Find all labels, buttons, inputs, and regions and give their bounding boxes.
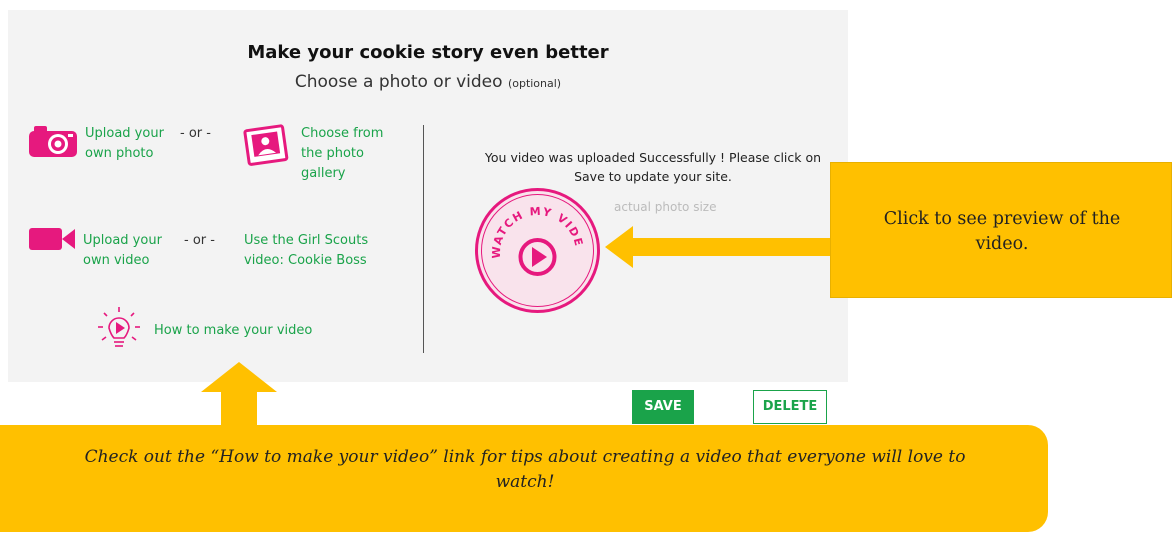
- delete-button[interactable]: DELETE: [753, 390, 827, 424]
- lightbulb-play-icon: [98, 307, 140, 347]
- tips-callout: Check out the “How to make your video” l…: [0, 425, 1048, 532]
- girl-scouts-video-link[interactable]: Use the Girl Scouts video: Cookie Boss: [244, 231, 368, 271]
- photo-gallery-icon[interactable]: [243, 124, 291, 168]
- optional-label: (optional): [507, 77, 562, 90]
- upload-success-line2: Save to update your site.: [574, 169, 732, 184]
- photo-gallery-link[interactable]: Choose from the photo gallery: [301, 124, 383, 184]
- camera-icon[interactable]: [28, 123, 78, 159]
- save-button[interactable]: SAVE: [632, 390, 694, 424]
- upload-success-message: You video was uploaded Successfully ! Pl…: [452, 148, 854, 186]
- callout-arrow-left: [605, 226, 833, 268]
- preview-callout-line2: video.: [975, 234, 1029, 254]
- callout-arrow-up: [201, 362, 277, 428]
- upload-video-line1: Upload your: [83, 233, 162, 248]
- girl-scouts-video-line1: Use the Girl Scouts: [244, 233, 369, 248]
- subtitle-text: Choose a photo or video: [294, 72, 503, 92]
- upload-photo-line1: Upload your: [85, 126, 164, 141]
- section-divider: [423, 125, 424, 353]
- photo-gallery-line1: Choose from: [301, 126, 384, 141]
- photo-gallery-line3: gallery: [301, 166, 346, 181]
- tips-callout-line1: Check out the “How to make your video” l…: [84, 447, 966, 467]
- upload-success-line1: You video was uploaded Successfully ! Pl…: [484, 150, 822, 165]
- video-camera-icon[interactable]: [28, 226, 76, 252]
- how-to-make-video-link[interactable]: How to make your video: [154, 321, 312, 341]
- or-separator-video: - or -: [184, 233, 215, 248]
- upload-photo-line2: own photo: [85, 146, 154, 161]
- preview-callout: Click to see preview of the video.: [830, 162, 1172, 298]
- upload-video-line2: own video: [83, 253, 150, 268]
- watch-my-video-button[interactable]: WATCH MY VIDEO: [474, 187, 601, 314]
- or-separator-photo: - or -: [180, 126, 211, 141]
- upload-video-link[interactable]: Upload your own video: [83, 231, 162, 271]
- photo-gallery-line2: the photo: [301, 146, 364, 161]
- page-title: Make your cookie story even better: [247, 42, 609, 63]
- tips-callout-line2: watch!: [495, 472, 555, 492]
- girl-scouts-video-line2: video: Cookie Boss: [244, 253, 367, 268]
- actual-photo-size-label: actual photo size: [614, 200, 717, 214]
- preview-callout-line1: Click to see preview of the: [883, 209, 1121, 229]
- upload-photo-link[interactable]: Upload your own photo: [85, 124, 164, 164]
- page-subtitle: Choose a photo or video (optional): [0, 72, 856, 92]
